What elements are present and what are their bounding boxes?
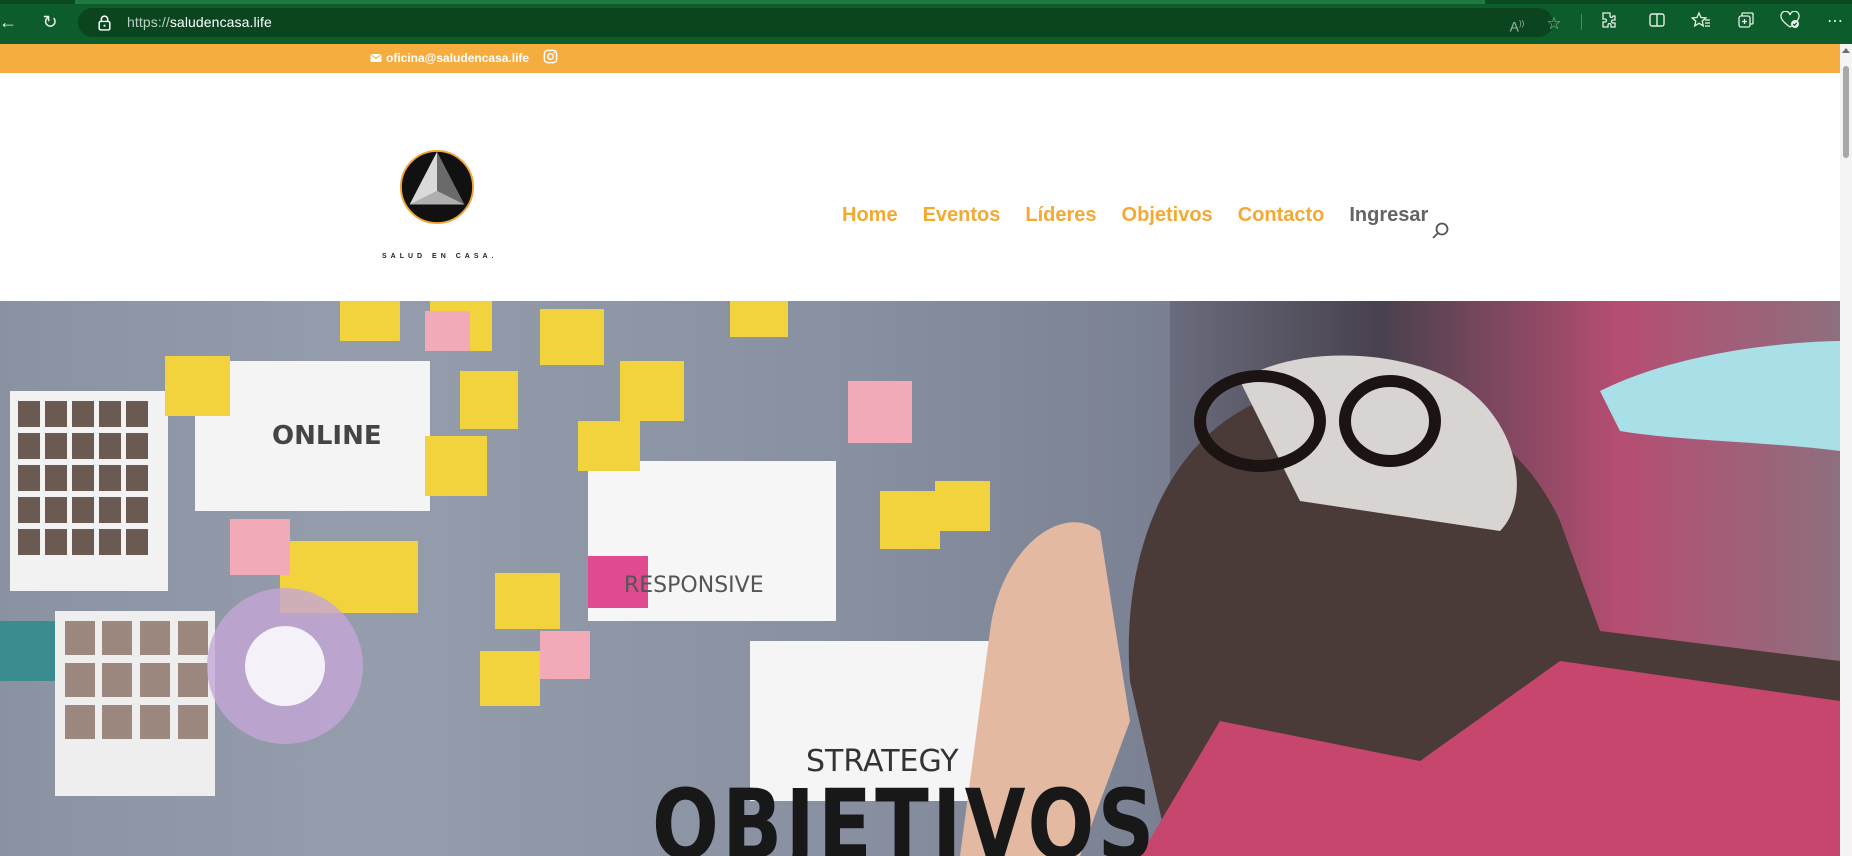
scrollbar-thumb[interactable]: [1843, 66, 1849, 158]
logo-subtitle: SALUD EN CASA.: [382, 253, 498, 260]
board-note-online: ONLINE: [272, 421, 382, 451]
email-text: oficina@saludencasa.life: [386, 51, 530, 65]
nav-eventos[interactable]: Eventos: [923, 204, 1001, 227]
nav-home[interactable]: Home: [842, 204, 898, 227]
read-aloud-icon[interactable]: A)): [1506, 15, 1528, 35]
scroll-up-icon[interactable]: [1842, 48, 1850, 53]
contact-top-bar: oficina@saludencasa.life: [0, 44, 1840, 73]
instagram-icon[interactable]: [543, 49, 558, 64]
collections-icon[interactable]: [1735, 11, 1757, 33]
envelope-icon: [370, 53, 382, 62]
page-scrollbar[interactable]: [1840, 44, 1852, 856]
search-icon[interactable]: [1431, 221, 1451, 241]
main-nav: Home Eventos Líderes Objetivos Contacto …: [842, 204, 1453, 227]
board-note-responsive: RESPONSIVE: [624, 573, 764, 598]
back-icon[interactable]: ←: [0, 10, 20, 34]
active-tab-indicator: [75, 0, 1485, 4]
web-page: oficina@saludencasa.life SALUD EN CASA. …: [0, 44, 1840, 856]
extensions-icon[interactable]: [1597, 11, 1619, 33]
split-screen-icon[interactable]: [1646, 11, 1668, 33]
email-link[interactable]: oficina@saludencasa.life: [370, 51, 529, 65]
logo-icon[interactable]: [398, 148, 476, 226]
url-text[interactable]: https://saludencasa.life: [127, 14, 272, 30]
toolbar-separator: [1581, 14, 1582, 30]
favorites-icon[interactable]: [1690, 11, 1712, 33]
nav-objetivos[interactable]: Objetivos: [1122, 204, 1213, 227]
hero-banner: ONLINE RESPONSIVE STRATEGY OBJETIVOS: [0, 301, 1840, 856]
nav-ingresar[interactable]: Ingresar: [1349, 204, 1428, 227]
hero-title: OBJETIVOS: [652, 769, 1158, 856]
star-icon[interactable]: ☆: [1543, 15, 1565, 32]
lock-icon[interactable]: [96, 14, 113, 31]
browser-toolbar: ← ↻ https://saludencasa.life A)) ☆ ⋯: [0, 0, 1852, 44]
nav-contacto[interactable]: Contacto: [1238, 204, 1325, 227]
nav-lideres[interactable]: Líderes: [1025, 204, 1096, 227]
tab-strip-edge: [0, 0, 1852, 4]
address-bar[interactable]: https://saludencasa.life A)) ☆: [78, 8, 1562, 37]
browser-essentials-icon[interactable]: [1779, 10, 1801, 33]
refresh-icon[interactable]: ↻: [38, 10, 62, 34]
more-icon[interactable]: ⋯: [1824, 11, 1846, 33]
site-header: SALUD EN CASA. Home Eventos Líderes Obje…: [0, 73, 1840, 301]
